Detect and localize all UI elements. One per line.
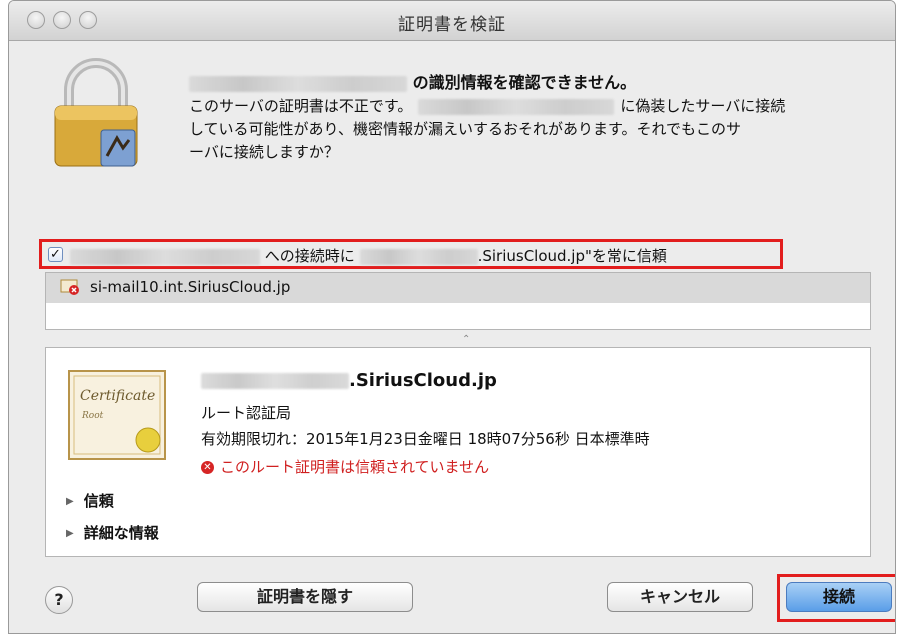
redacted-host xyxy=(359,248,478,265)
disclosure-triangle-icon: ▶ xyxy=(66,496,74,507)
disclosure-details-label: 詳細な情報 xyxy=(83,524,159,542)
list-item-label: si-mail10.int.SiriusCloud.jp xyxy=(90,278,291,296)
disclosure-trust-label: 信頼 xyxy=(83,492,114,510)
certificate-detail-pane: Certificate Root .SiriusCloud.jp ルート認証局 … xyxy=(45,347,871,557)
message-line-1: このサーバの証明書は不正です。 xyxy=(189,97,413,115)
certificate-error-text: このルート証明書は信頼されていません xyxy=(220,458,490,476)
disclosure-details[interactable]: ▶ 詳細な情報 xyxy=(66,522,159,543)
redacted-host xyxy=(418,98,615,115)
redacted-host xyxy=(189,75,407,92)
trust-label-part2: .SiriusCloud.jp"を常に信頼 xyxy=(477,247,667,265)
trust-label-part1: への接続時に xyxy=(264,247,355,265)
certificate-error-icon xyxy=(60,279,79,295)
certificate-type: ルート認証局 xyxy=(201,404,292,422)
cancel-button[interactable]: キャンセル xyxy=(607,582,753,612)
list-item[interactable]: si-mail10.int.SiriusCloud.jp xyxy=(46,273,870,303)
split-resize-handle[interactable]: ⌃ xyxy=(462,334,470,345)
headline-text: の識別情報を確認できません。 xyxy=(412,73,637,92)
message-line-3: ーバに接続しますか？ xyxy=(189,143,339,161)
help-button[interactable]: ? xyxy=(45,586,73,614)
certificate-chain-list: si-mail10.int.SiriusCloud.jp xyxy=(45,272,871,330)
title-bar: 証明書を検証 xyxy=(9,1,895,41)
certificate-icon: Certificate Root xyxy=(68,370,166,460)
hide-certificate-button[interactable]: 証明書を隠す xyxy=(197,582,413,612)
certificate-error: ✕ このルート証明書は信頼されていません xyxy=(201,456,489,477)
svg-text:Root: Root xyxy=(81,411,104,421)
window-title: 証明書を検証 xyxy=(398,15,506,35)
connect-button[interactable]: 接続 xyxy=(786,582,892,612)
disclosure-trust[interactable]: ▶ 信頼 xyxy=(66,490,114,511)
redacted-host xyxy=(70,248,260,265)
message-line-1b: に偽装したサーバに接続 xyxy=(620,97,786,115)
lock-icon xyxy=(54,58,138,167)
disclosure-triangle-icon: ▶ xyxy=(66,528,74,539)
always-trust-checkbox[interactable]: ✓ xyxy=(48,247,63,262)
certificate-expiry: 有効期限切れ：2015年1月23日金曜日 18時07分56秒 日本標準時 xyxy=(201,430,650,448)
always-trust-label: への接続時に .SiriusCloud.jp"を常に信頼 xyxy=(70,245,667,266)
error-icon: ✕ xyxy=(201,461,214,474)
always-trust-row[interactable]: ✓ への接続時に .SiriusCloud.jp"を常に信頼 xyxy=(39,239,783,269)
dialog-message: このサーバの証明書は不正です。 に偽装したサーバに接続 している可能性があり、機密… xyxy=(189,95,879,164)
certificate-name-text: .SiriusCloud.jp xyxy=(349,370,497,391)
message-line-2: している可能性があり、機密情報が漏えいするおそれがあります。それでもこのサ xyxy=(189,120,742,138)
certificate-name: .SiriusCloud.jp xyxy=(201,370,497,391)
certificate-dialog: 証明書を検証 の識別情報を確認できません。 このサーバの証明書は不正です。 に偽装… xyxy=(8,0,896,634)
svg-text:Certificate: Certificate xyxy=(80,388,155,404)
redacted-host xyxy=(201,373,349,389)
dialog-headline: の識別情報を確認できません。 xyxy=(189,69,636,93)
